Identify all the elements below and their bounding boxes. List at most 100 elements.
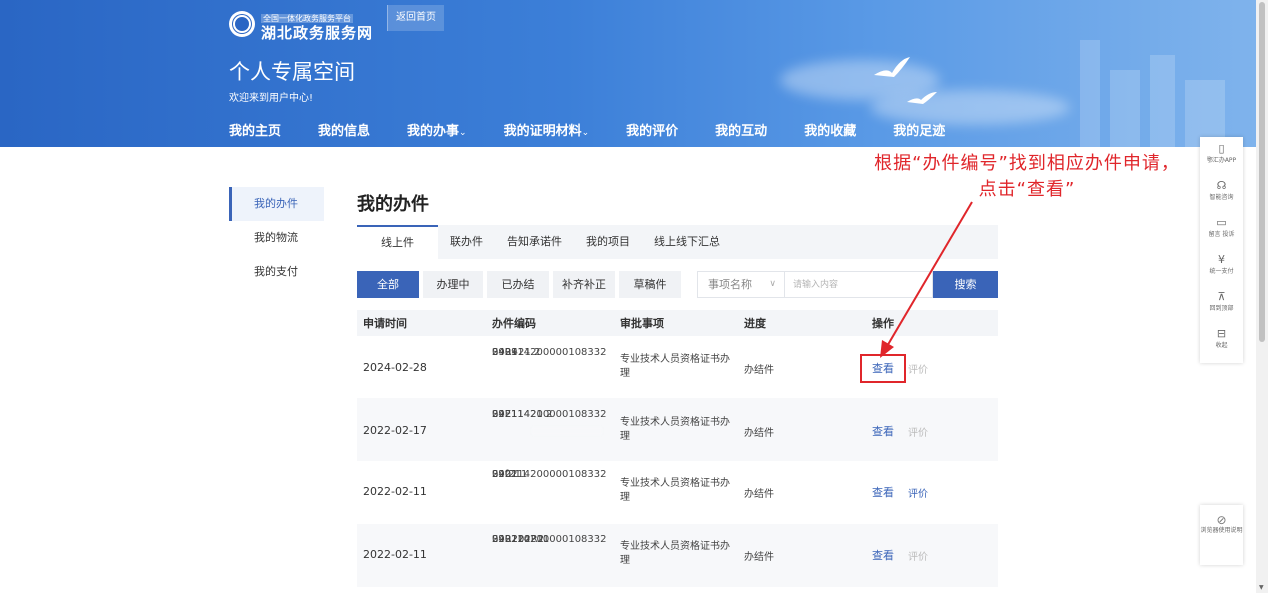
tool-back-to-top[interactable]: ⊼ 回到顶部 bbox=[1200, 285, 1243, 322]
filter-draft[interactable]: 草稿件 bbox=[619, 271, 681, 298]
redaction-mask bbox=[532, 427, 602, 435]
row-item: 专业技术人员资格证书办理 bbox=[620, 354, 730, 379]
rate-button[interactable]: 评价 bbox=[908, 485, 928, 500]
tool-label: 鄂汇办APP bbox=[1206, 157, 1237, 164]
building-decoration bbox=[1080, 40, 1100, 147]
chevron-down-icon: ⌄ bbox=[581, 128, 590, 138]
tool-label: 统一支付 bbox=[1209, 268, 1234, 275]
headset-icon: ☊ bbox=[1216, 179, 1227, 192]
row-progress: 办结件 bbox=[744, 552, 774, 563]
nav-interactions[interactable]: 我的互动 bbox=[715, 120, 767, 147]
row-progress: 办结件 bbox=[744, 489, 774, 500]
building-decoration bbox=[1110, 70, 1140, 147]
row-progress: 办结件 bbox=[744, 365, 774, 376]
select-value: 事项名称 bbox=[708, 278, 752, 291]
tool-consult[interactable]: ☊ 智能咨询 bbox=[1200, 174, 1243, 211]
rate-button[interactable]: 评价 bbox=[908, 361, 928, 376]
collapse-icon: ⊟ bbox=[1216, 327, 1227, 340]
column-header-progress: 进度 bbox=[744, 317, 766, 330]
sidebar-item-my-cases[interactable]: 我的办件 bbox=[229, 187, 324, 221]
highlight-box bbox=[860, 354, 906, 383]
sidebar: 我的办件 我的物流 我的支付 bbox=[229, 187, 324, 289]
scroll-down-icon[interactable]: ▼ bbox=[1259, 584, 1264, 591]
tool-label: 智能咨询 bbox=[1209, 194, 1234, 201]
yuan-icon: ¥ bbox=[1218, 253, 1225, 266]
tool-label: 回到顶部 bbox=[1209, 305, 1234, 312]
table-row: 2022-02-11 S42114200000108332 09f211 220… bbox=[363, 469, 928, 503]
browser-guide-label: 浏览器使用说明 bbox=[1200, 527, 1243, 534]
logo-title: 湖北政务服务网 bbox=[261, 24, 374, 42]
filter-all[interactable]: 全部 bbox=[357, 271, 419, 298]
to-top-icon: ⊼ bbox=[1217, 290, 1226, 303]
column-header-date: 申请时间 bbox=[363, 317, 407, 330]
status-filters: 全部 办理中 已办结 补齐补正 草稿件 bbox=[357, 271, 685, 298]
tab-joint[interactable]: 联办件 bbox=[438, 225, 495, 259]
tool-message[interactable]: ▭ 留言 投诉 bbox=[1200, 211, 1243, 248]
row-item: 专业技术人员资格证书办理 bbox=[620, 478, 730, 503]
chevron-down-icon: ⌄ bbox=[459, 128, 467, 138]
annotation-arrow bbox=[880, 201, 973, 358]
view-button[interactable]: 查看 bbox=[872, 484, 894, 500]
row-date: 2022-02-11 bbox=[363, 485, 427, 498]
logo-tagline: 全国一体化政务服务平台 bbox=[261, 14, 353, 23]
tab-commitment[interactable]: 告知承诺件 bbox=[495, 225, 574, 259]
tab-summary[interactable]: 线上线下汇总 bbox=[642, 225, 732, 259]
crane-icon bbox=[907, 92, 937, 104]
browser-icon: ⊘ bbox=[1216, 513, 1227, 527]
back-home-button[interactable]: 返回首页 bbox=[387, 5, 444, 31]
table-row: 2022-02-11 S42114200000108332 09R202R2 2… bbox=[357, 524, 998, 587]
nav-favorites[interactable]: 我的收藏 bbox=[804, 120, 856, 147]
rate-button[interactable]: 评价 bbox=[908, 548, 928, 563]
nav-info[interactable]: 我的信息 bbox=[318, 120, 370, 147]
instruction-annotation: 根据“办件编号”找到相应办件申请，点击“查看” bbox=[874, 153, 1180, 200]
header-banner: 全国一体化政务服务平台 湖北政务服务网 返回首页 个人专属空间 欢迎来到用户中心… bbox=[0, 0, 1256, 147]
browser-guide-button[interactable]: ⊘ 浏览器使用说明 bbox=[1200, 505, 1243, 565]
redaction-mask bbox=[517, 487, 597, 503]
nav-evaluations[interactable]: 我的评价 bbox=[626, 120, 678, 147]
tool-app[interactable]: ▯ 鄂汇办APP bbox=[1200, 137, 1243, 174]
column-header-code: 办件编码 bbox=[492, 317, 536, 330]
tool-label: 留言 投诉 bbox=[1208, 231, 1235, 238]
phone-icon: ▯ bbox=[1218, 142, 1225, 155]
column-header-item: 审批事项 bbox=[620, 317, 664, 330]
view-button[interactable]: 查看 bbox=[872, 423, 894, 439]
redaction-mask bbox=[517, 365, 597, 373]
tool-label: 收起 bbox=[1215, 342, 1228, 349]
welcome-text: 欢迎来到用户中心! bbox=[229, 93, 314, 104]
tool-collapse[interactable]: ⊟ 收起 bbox=[1200, 322, 1243, 359]
vertical-scrollbar[interactable]: ▼ bbox=[1256, 0, 1268, 593]
row-progress: 办结件 bbox=[744, 428, 774, 439]
row-item: 专业技术人员资格证书办理 bbox=[620, 541, 730, 566]
filter-in-progress[interactable]: 办理中 bbox=[423, 271, 483, 298]
nav-affairs[interactable]: 我的办事⌄ bbox=[407, 120, 467, 147]
crane-icon bbox=[874, 57, 910, 77]
tab-projects[interactable]: 我的项目 bbox=[574, 225, 642, 259]
filter-supplement[interactable]: 补齐补正 bbox=[553, 271, 615, 298]
tab-online[interactable]: 线上件 bbox=[357, 225, 438, 259]
sidebar-item-payment[interactable]: 我的支付 bbox=[229, 255, 324, 289]
table-row: 2022-02-17 S42114200000108332 09E11421 2… bbox=[357, 398, 998, 461]
row-date: 2022-02-17 bbox=[363, 424, 427, 437]
search-field-select[interactable]: 事项名称 ∨ bbox=[697, 271, 785, 298]
filter-completed[interactable]: 已办结 bbox=[487, 271, 549, 298]
rate-button[interactable]: 评价 bbox=[908, 424, 928, 439]
tool-payment[interactable]: ¥ 统一支付 bbox=[1200, 248, 1243, 285]
scrollbar-thumb[interactable] bbox=[1259, 2, 1265, 342]
view-button[interactable]: 查看 bbox=[872, 547, 894, 563]
page-title: 个人专属空间 bbox=[229, 60, 355, 84]
top-nav: 我的主页 我的信息 我的办事⌄ 我的证明材料⌄ 我的评价 我的互动 我的收藏 我… bbox=[229, 120, 982, 147]
section-title: 我的办件 bbox=[357, 194, 429, 215]
chevron-down-icon: ∨ bbox=[769, 279, 776, 289]
row-item: 专业技术人员资格证书办理 bbox=[620, 417, 730, 442]
sidebar-item-logistics[interactable]: 我的物流 bbox=[229, 221, 324, 255]
row-date: 2024-02-28 bbox=[363, 361, 427, 374]
emblem-icon bbox=[229, 11, 255, 37]
floating-toolbar: ▯ 鄂汇办APP ☊ 智能咨询 ▭ 留言 投诉 ¥ 统一支付 ⊼ 回到顶部 ⊟ … bbox=[1200, 137, 1243, 363]
row-date: 2022-02-11 bbox=[363, 548, 427, 561]
site-logo[interactable]: 全国一体化政务服务平台 湖北政务服务网 bbox=[229, 6, 373, 42]
nav-home[interactable]: 我的主页 bbox=[229, 120, 281, 147]
building-decoration bbox=[1150, 55, 1175, 147]
nav-footprints[interactable]: 我的足迹 bbox=[893, 120, 945, 147]
nav-certificates[interactable]: 我的证明材料⌄ bbox=[504, 120, 590, 147]
message-icon: ▭ bbox=[1216, 216, 1227, 229]
